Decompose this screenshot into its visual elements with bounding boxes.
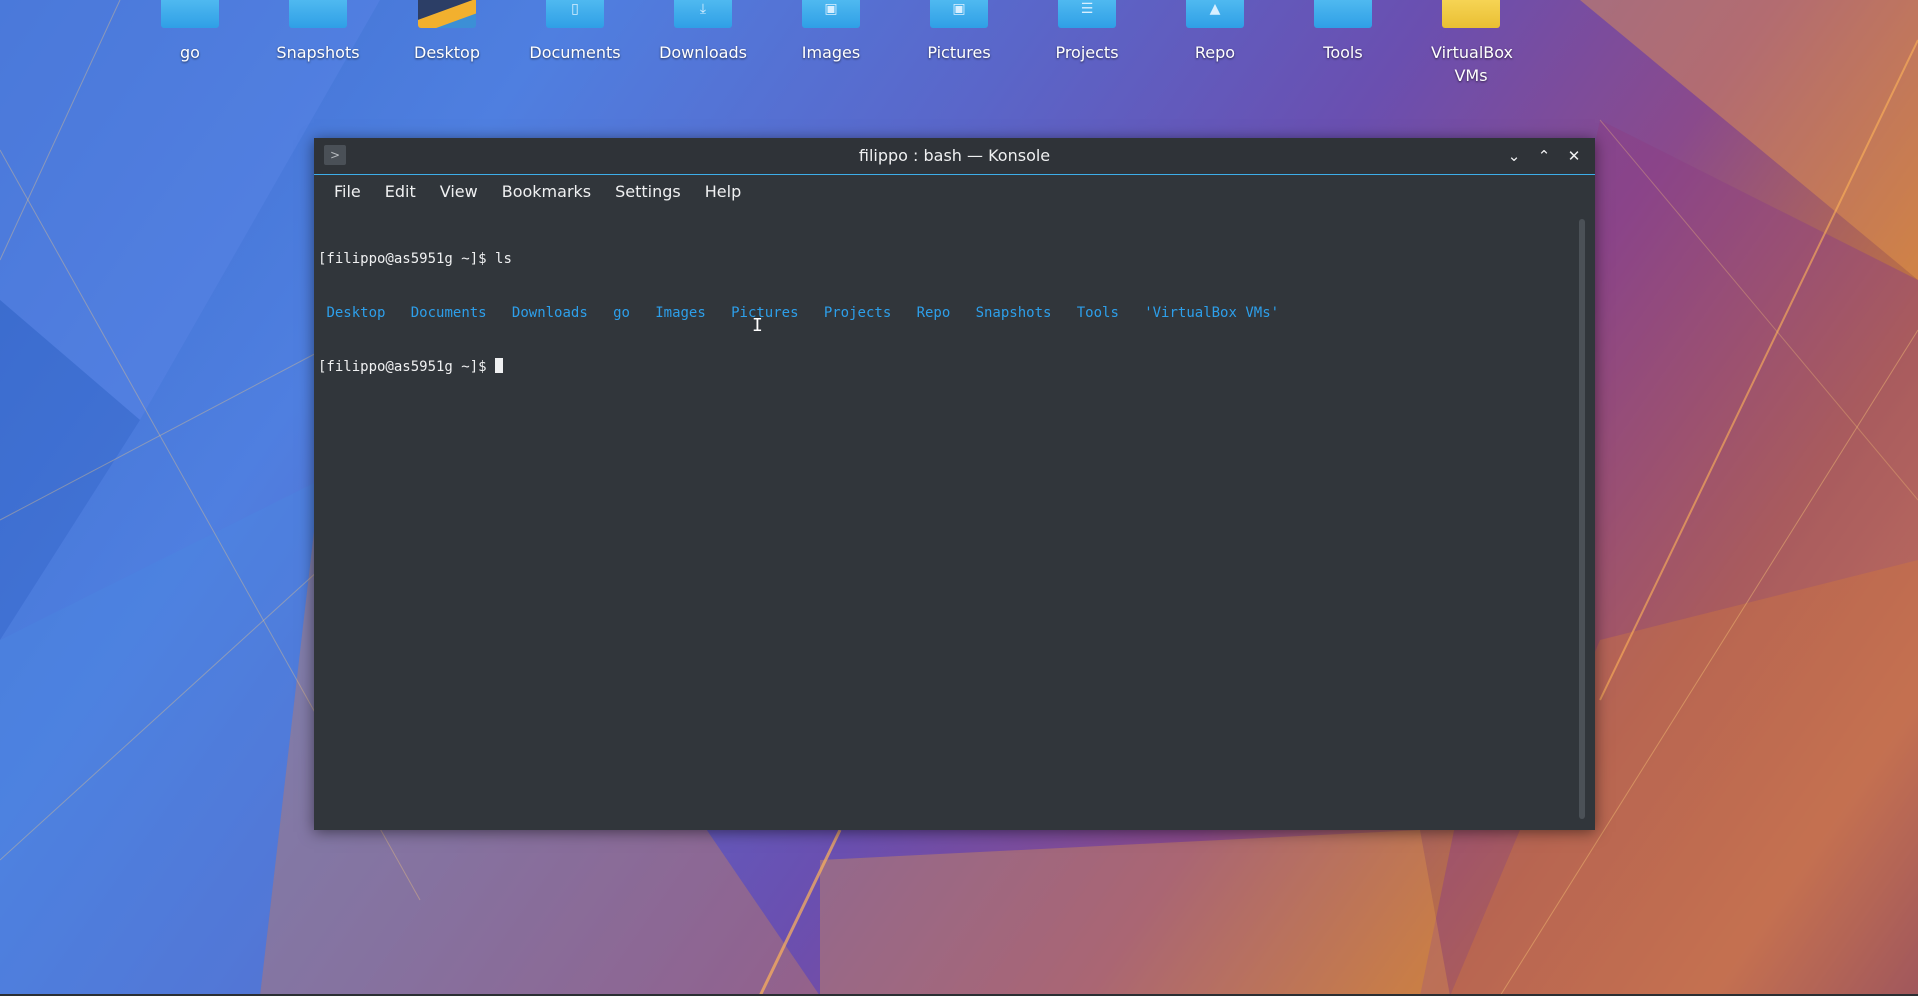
ibeam-cursor-icon: I — [752, 315, 763, 336]
menu-help[interactable]: Help — [693, 177, 753, 207]
desktop-icon[interactable]: ▣ Pictures — [899, 0, 1019, 64]
desktop-icon[interactable]: Tools — [1283, 0, 1403, 64]
menu-settings[interactable]: Settings — [603, 177, 693, 207]
desktop-icon[interactable]: ▯ Documents — [515, 0, 635, 64]
menu-edit[interactable]: Edit — [373, 177, 428, 207]
desktop-icon-label: Snapshots — [276, 43, 360, 62]
desktop-icon-label: Documents — [529, 43, 621, 62]
desktop-icon-label: Downloads — [659, 43, 747, 62]
folder-glyph-icon: ▯ — [571, 1, 579, 17]
konsole-window[interactable]: > filippo : bash — Konsole ⌄ ⌃ ✕ File Ed… — [314, 138, 1595, 830]
text-cursor — [495, 358, 504, 373]
desktop: go Snapshots Desktop ▯ Documents ⤓ Downloads ▣ I… — [0, 0, 1918, 996]
active-prompt-line: [filippo@as5951g ~]$ — [318, 358, 1591, 376]
desktop-icons: go Snapshots Desktop ▯ Documents ⤓ Downloads ▣ I… — [0, 0, 1918, 90]
desktop-icon[interactable]: Desktop — [387, 0, 507, 64]
desktop-icon-label: Desktop — [414, 43, 480, 62]
desktop-icon-label: Images — [801, 43, 861, 62]
folder-icon: ⤓ — [674, 0, 732, 28]
folder-glyph-icon: ▣ — [952, 1, 966, 17]
desktop-icon-label: Pictures — [927, 43, 991, 62]
folder-icon: ▲ — [1186, 0, 1244, 28]
folder-icon — [1442, 0, 1500, 28]
desktop-icon[interactable]: VirtualBox VMs — [1411, 0, 1531, 87]
desktop-icon[interactable]: ▲ Repo — [1155, 0, 1275, 64]
prompt: [filippo@as5951g ~]$ — [318, 359, 496, 375]
desktop-icon-label: Tools — [1323, 43, 1363, 62]
desktop-icon-label: Repo — [1194, 43, 1236, 62]
ls-output: Desktop Documents Downloads go Images Pi… — [318, 304, 1591, 322]
terminal-output[interactable]: [filippo@as5951g ~]$ ls Desktop Document… — [314, 209, 1595, 830]
ls-entry: Tools — [1076, 305, 1119, 321]
ls-entry: go — [613, 305, 630, 321]
desktop-icon[interactable]: Snapshots — [258, 0, 378, 64]
desktop-icon-label: VirtualBox VMs — [1431, 43, 1514, 85]
ls-entry: Images — [655, 305, 706, 321]
scrollbar[interactable] — [1579, 219, 1585, 819]
desktop-icon[interactable]: ⤓ Downloads — [643, 0, 763, 64]
desktop-icon[interactable]: ▣ Images — [771, 0, 891, 64]
folder-glyph-icon: ☰ — [1080, 1, 1094, 17]
folder-icon: ▣ — [802, 0, 860, 28]
ls-entry: Projects — [823, 305, 892, 321]
ls-entry: 'VirtualBox VMs' — [1144, 305, 1280, 321]
ls-entry: Pictures — [731, 305, 799, 321]
menu-file[interactable]: File — [322, 177, 373, 207]
window-controls: ⌄ ⌃ ✕ — [1495, 138, 1585, 174]
desktop-icon[interactable]: ☰ Projects — [1027, 0, 1147, 64]
command: ls — [495, 251, 512, 267]
folder-glyph-icon: ▣ — [824, 1, 838, 17]
folder-icon — [289, 0, 347, 28]
menu-bookmarks[interactable]: Bookmarks — [490, 177, 603, 207]
minimize-icon[interactable]: ⌄ — [1503, 145, 1525, 167]
ls-entry: Downloads — [511, 305, 588, 321]
menubar: File Edit View Bookmarks Settings Help — [314, 175, 1595, 209]
ls-entry: Desktop — [326, 305, 386, 321]
folder-icon — [161, 0, 219, 28]
folder-glyph-icon: ▲ — [1209, 1, 1221, 17]
titlebar[interactable]: > filippo : bash — Konsole ⌄ ⌃ ✕ — [314, 138, 1595, 175]
folder-icon: ▯ — [546, 0, 604, 28]
menu-view[interactable]: View — [428, 177, 490, 207]
folder-icon — [418, 0, 476, 28]
desktop-icon[interactable]: go — [130, 0, 250, 64]
desktop-icon-label: go — [180, 43, 200, 62]
ls-entry: Snapshots — [975, 305, 1052, 321]
folder-glyph-icon: ⤓ — [699, 1, 707, 17]
command-line: [filippo@as5951g ~]$ ls — [318, 250, 1591, 268]
window-title: filippo : bash — Konsole — [858, 146, 1051, 165]
prompt: [filippo@as5951g ~]$ — [318, 251, 496, 267]
ls-entry: Documents — [410, 305, 487, 321]
folder-icon: ▣ — [930, 0, 988, 28]
folder-icon: ☰ — [1058, 0, 1116, 28]
desktop-icon-label: Projects — [1055, 43, 1119, 62]
maximize-icon[interactable]: ⌃ — [1533, 145, 1555, 167]
ls-entry: Repo — [916, 305, 951, 321]
folder-icon — [1314, 0, 1372, 28]
close-icon[interactable]: ✕ — [1563, 145, 1585, 167]
